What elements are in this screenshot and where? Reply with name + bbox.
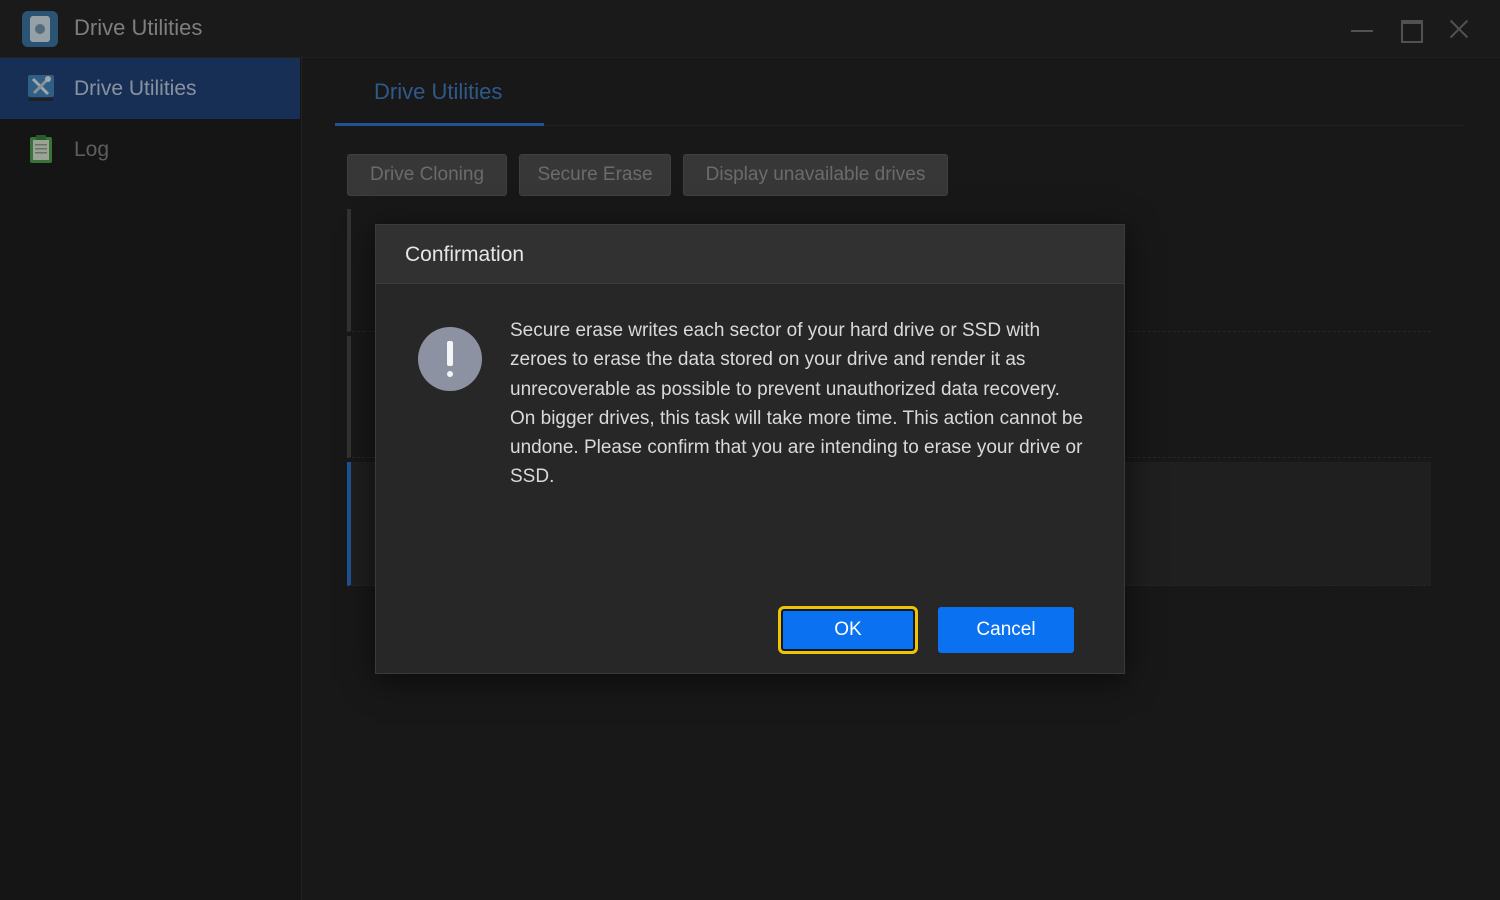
cancel-button[interactable]: Cancel (938, 607, 1074, 653)
warning-icon (418, 327, 482, 391)
dialog-header: Confirmation (376, 225, 1124, 284)
confirmation-dialog: Confirmation Secure erase writes each se… (375, 224, 1125, 674)
app-window: Drive Utilities Drive Utilities Log Driv… (0, 0, 1500, 900)
dialog-title: Confirmation (405, 243, 525, 266)
ok-button[interactable]: OK (778, 606, 918, 654)
dialog-message: Secure erase writes each sector of your … (510, 320, 1084, 488)
